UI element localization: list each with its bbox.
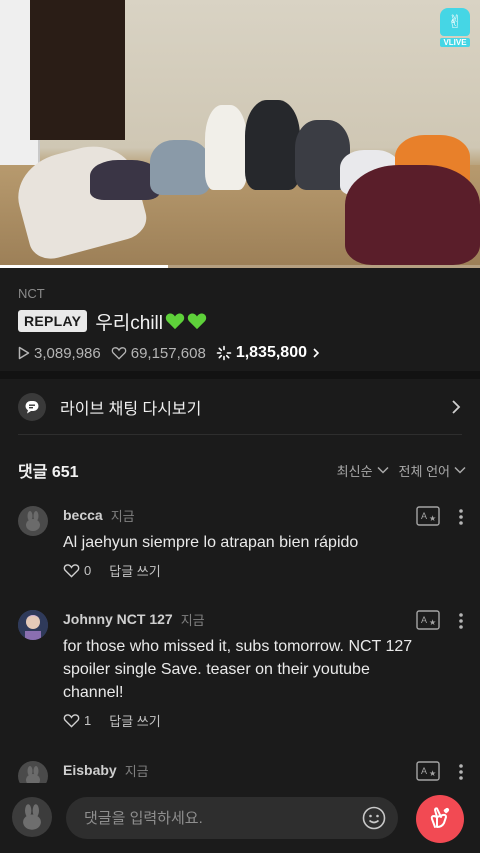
comment-author[interactable]: Johnny NCT 127 [63,611,173,627]
emoji-icon[interactable] [362,806,386,830]
language-label: 전체 언어 [398,463,450,479]
divider-line [18,434,462,435]
video-figure [150,140,210,195]
heart-outline-icon [111,347,127,360]
translate-icon[interactable]: A ★ [416,610,440,630]
sparkle-count-value: 1,835,800 [235,344,307,361]
video-stats: 3,089,986 69,157,608 1,835,800 [18,344,468,362]
comment-actions: 0 답글 쓰기 [63,561,466,580]
more-vertical-icon[interactable] [458,508,464,526]
comment-input[interactable] [66,797,398,839]
comment-text: for those who missed it, subs tomorrow. … [63,638,413,701]
green-heart-icon [165,313,185,330]
green-heart-icon [187,313,207,330]
user-avatar[interactable] [18,610,48,640]
vlive-logo-text: VLIVE [440,38,470,47]
rabbit-avatar-icon [26,511,40,531]
sort-label: 최신순 [336,463,373,479]
video-figure [345,165,480,265]
chevron-right-icon [452,400,461,414]
comment-time: 지금 [110,508,135,524]
video-figure [205,105,247,190]
chat-bubble-icon [18,393,46,421]
replay-badge: REPLAY [18,310,88,332]
reply-button[interactable]: 답글 쓰기 [109,561,160,580]
comment-like-button[interactable]: 1 [63,713,91,728]
reply-button[interactable]: 답글 쓰기 [109,711,160,730]
video-player[interactable]: ✌ VLIVE [0,0,480,268]
sort-dropdown[interactable]: 최신순 [337,461,389,480]
finger-heart-icon [430,807,450,828]
profile-photo-icon [18,610,48,640]
comment-meta: becca 지금 [63,506,466,524]
heart-outline-icon [63,564,80,578]
vlive-logo: ✌ VLIVE [440,8,470,47]
svg-text:★: ★ [429,618,436,627]
my-avatar[interactable] [12,797,52,837]
chevron-down-icon [454,466,466,474]
play-icon [18,346,30,360]
video-progress-bar[interactable] [0,265,480,268]
comments-header: 댓글 651 최신순 전체 언어 [18,458,466,482]
send-heart-button[interactable] [416,795,464,843]
comment-item: becca 지금 Al jaehyun siempre lo atrapan b… [18,506,466,580]
comment-body: becca 지금 Al jaehyun siempre lo atrapan b… [63,506,466,580]
comment-body: Eisbaby 지금 [63,761,466,779]
title-row: REPLAY 우리chill [18,309,468,334]
sparkle-icon [216,345,232,361]
video-title: 우리chill [95,312,164,334]
translate-icon[interactable]: A ★ [416,506,440,526]
comment-body: Johnny NCT 127 지금 for those who missed i… [63,610,466,730]
live-chat-replay-row[interactable]: 라이브 채팅 다시보기 [0,380,480,434]
play-count-value: 3,089,986 [34,344,101,362]
heart-outline-icon [63,714,80,728]
comment-input-bar [0,783,480,853]
svg-text:★: ★ [429,769,436,778]
comment-like-count: 1 [84,713,92,728]
comment-item: Eisbaby 지금 A ★ [18,761,466,791]
video-scene-doorway [30,0,125,140]
like-count: 69,157,608 [111,345,206,362]
more-vertical-icon[interactable] [458,763,464,781]
chevron-down-icon [377,466,389,474]
video-info: NCT REPLAY 우리chill 3,089,986 69,157,608 … [18,286,468,362]
live-chat-replay-label: 라이브 채팅 다시보기 [60,401,202,418]
comment-author[interactable]: becca [63,507,103,523]
comment-like-count: 0 [84,563,92,578]
comment-time: 지금 [124,763,149,779]
comment-author[interactable]: Eisbaby [63,762,117,778]
video-figure [245,100,300,190]
comments-count-title: 댓글 651 [18,464,79,481]
like-count-value: 69,157,608 [130,344,206,362]
video-progress-fill [0,265,168,268]
more-vertical-icon[interactable] [458,612,464,630]
comment-actions: 1 답글 쓰기 [63,711,466,730]
comment-meta: Eisbaby 지금 [63,761,466,779]
default-avatar[interactable] [18,506,48,536]
chevron-right-icon [313,348,320,358]
translate-icon[interactable]: A ★ [416,761,440,781]
svg-text:A: A [421,615,427,625]
comment-item: Johnny NCT 127 지금 for those who missed i… [18,610,466,730]
comment-text: Al jaehyun siempre lo atrapan bien rápid… [63,534,359,551]
vlive-v-icon: ✌ [440,8,470,36]
svg-text:A: A [421,511,427,521]
comment-meta: Johnny NCT 127 지금 [63,610,466,628]
comment-time: 지금 [180,612,205,628]
sparkle-count[interactable]: 1,835,800 [216,344,325,362]
rabbit-avatar-icon [23,804,41,830]
language-dropdown[interactable]: 전체 언어 [399,461,466,480]
svg-text:★: ★ [429,514,436,523]
section-divider [0,371,480,379]
svg-text:A: A [421,766,427,776]
play-count: 3,089,986 [18,345,101,362]
channel-name[interactable]: NCT [18,286,468,301]
comment-like-button[interactable]: 0 [63,563,91,578]
